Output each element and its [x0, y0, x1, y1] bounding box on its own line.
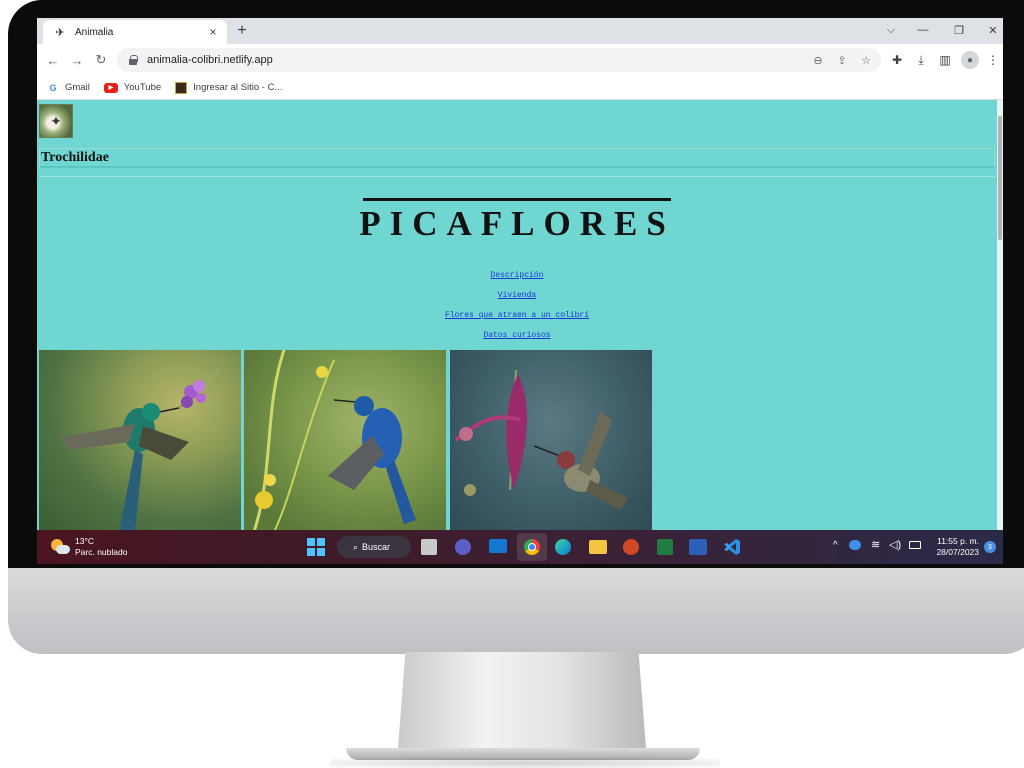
youtube-icon: ▶	[103, 82, 118, 93]
weather-icon[interactable]	[51, 537, 70, 555]
wifi-icon[interactable]: ≋	[871, 538, 880, 551]
google-icon: G	[49, 82, 57, 93]
bookmark-label: Ingresar al Sitio - C...	[193, 82, 283, 93]
bookmark-label: Gmail	[65, 82, 90, 93]
tab-search-icon[interactable]: ⌵	[883, 22, 899, 38]
page-scrollbar[interactable]	[997, 100, 1003, 530]
clock[interactable]: 11:55 p. m. 28/07/2023	[923, 536, 979, 558]
menu-icon[interactable]: ⋮	[985, 52, 1001, 68]
vscode-icon[interactable]	[723, 538, 741, 556]
battery-icon[interactable]	[909, 541, 921, 549]
taskbar: 13°C Parc. nublado ⌕ Buscar ^ ≋ ◁) 11:55…	[37, 530, 1003, 564]
restore-icon[interactable]: ❐	[951, 22, 967, 38]
brand-title: Trochilidae	[41, 149, 109, 165]
hummingbird-violet-flower-photo	[39, 350, 241, 530]
chevron-up-icon[interactable]: ^	[833, 540, 838, 551]
close-window-icon[interactable]: ✕	[985, 22, 1001, 38]
lock-icon	[129, 55, 138, 65]
clock-date: 28/07/2023	[936, 547, 979, 557]
site-icon	[175, 81, 188, 94]
mail-icon[interactable]	[489, 539, 507, 553]
weather-temp: 13°C	[75, 536, 94, 546]
onedrive-icon[interactable]	[849, 540, 861, 550]
bookmark-gmail[interactable]: G Gmail	[47, 82, 90, 94]
url-text[interactable]: animalia-colibri.netlify.app	[147, 54, 809, 66]
hummingbird-illustration	[59, 368, 221, 530]
file-explorer-icon[interactable]	[589, 540, 607, 554]
close-tab-icon[interactable]: ×	[205, 24, 221, 40]
site-logo[interactable]: ✦	[39, 104, 73, 138]
nav-link-datos-curiosos[interactable]: Datos curiosos	[367, 331, 667, 340]
screen: ✈ Animalia × + ⌵ — ❐ ✕ ← → ↻ animalia-co…	[37, 18, 1003, 564]
browser-toolbar: ← → ↻ animalia-colibri.netlify.app ⊖ ⇪ ☆…	[37, 44, 1003, 76]
teams-chat-icon[interactable]	[455, 539, 471, 555]
bookmark-site[interactable]: Ingresar al Sitio - C...	[175, 81, 283, 94]
search-label: Buscar	[362, 542, 391, 552]
search-icon: ⌕	[353, 541, 359, 552]
forward-icon[interactable]: →	[69, 52, 85, 68]
back-icon[interactable]: ←	[45, 52, 61, 68]
nav-link-flores[interactable]: Flores que atraen a un colibrí	[367, 311, 667, 320]
hummingbird-purple-flower-photo	[450, 350, 652, 530]
monitor-stand	[398, 652, 646, 748]
powerpoint-icon[interactable]	[623, 539, 639, 555]
zoom-icon[interactable]: ⊖	[809, 51, 827, 69]
new-tab-button[interactable]: +	[233, 22, 251, 40]
edge-icon[interactable]	[555, 539, 571, 555]
windows-start-icon[interactable]	[307, 538, 325, 556]
hummingbird-icon: ✦	[50, 112, 62, 129]
notification-badge[interactable]: 3	[984, 541, 996, 553]
browser-tab[interactable]: ✈ Animalia ×	[43, 20, 227, 44]
scrollbar-thumb[interactable]	[998, 116, 1002, 240]
page-viewport: ✦ Trochilidae PICAFLORES Descripción Viv…	[37, 100, 1003, 530]
extensions-icon[interactable]: ✚	[889, 52, 905, 68]
bookmark-youtube[interactable]: ▶ YouTube	[103, 82, 162, 93]
minimize-icon[interactable]: —	[915, 22, 931, 38]
hummingbird-illustration-2	[253, 350, 416, 530]
bookmark-star-icon[interactable]: ☆	[857, 51, 875, 69]
share-icon[interactable]: ⇪	[833, 51, 851, 69]
chrome-center	[528, 543, 536, 551]
tab-strip: ✈ Animalia × + ⌵ — ❐ ✕	[37, 18, 1003, 44]
clock-time: 11:55 p. m.	[937, 536, 979, 546]
bookmarks-bar: G Gmail ▶ YouTube Ingresar al Sitio - C.…	[37, 76, 1003, 100]
weather-desc: Parc. nublado	[75, 547, 128, 557]
monitor-shadow	[330, 758, 720, 768]
address-bar[interactable]: animalia-colibri.netlify.app ⊖ ⇪ ☆	[117, 48, 881, 72]
side-panel-icon[interactable]: ▥	[937, 52, 953, 68]
divider	[39, 176, 995, 177]
hummingbird-illustration-3	[454, 369, 628, 510]
taskbar-search[interactable]: ⌕ Buscar	[337, 536, 411, 558]
chrome-taskbar-button[interactable]	[517, 533, 547, 561]
word-icon[interactable]	[689, 539, 707, 555]
profile-avatar[interactable]: ●	[961, 51, 979, 69]
page-title: PICAFLORES	[359, 204, 675, 243]
title-rule	[363, 198, 671, 201]
nav-link-vivienda[interactable]: Vivienda	[367, 291, 667, 300]
reload-icon[interactable]: ↻	[93, 52, 109, 68]
monitor-chin	[8, 568, 1024, 654]
nav-link-descripcion[interactable]: Descripción	[367, 271, 667, 280]
bookmark-label: YouTube	[123, 82, 162, 93]
tab-title: Animalia	[75, 26, 114, 38]
download-icon[interactable]: ⤓	[913, 52, 929, 68]
volume-icon[interactable]: ◁)	[889, 538, 901, 551]
excel-icon[interactable]	[657, 539, 673, 555]
brand-bar: Trochilidae	[39, 148, 995, 168]
bird-icon: ✈	[55, 26, 65, 39]
hummingbird-blue-yellow-flowers-photo	[244, 350, 446, 530]
task-view-icon[interactable]	[421, 539, 437, 555]
weather-widget[interactable]: 13°C Parc. nublado	[75, 536, 127, 558]
